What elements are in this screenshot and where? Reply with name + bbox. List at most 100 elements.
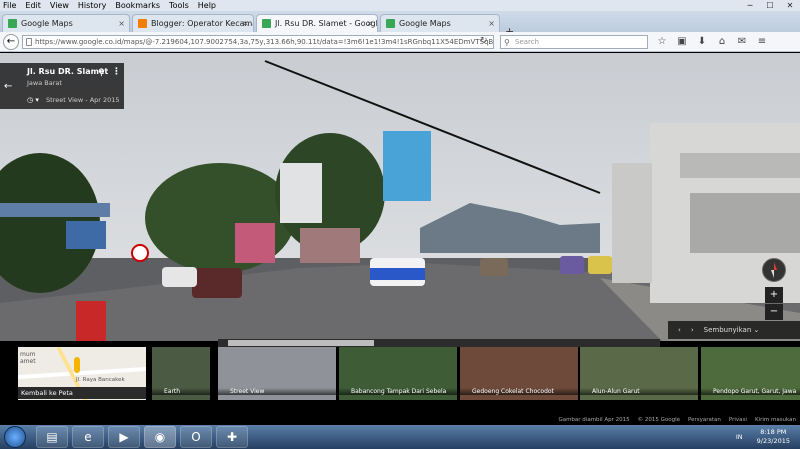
close-tab-icon[interactable]: × <box>118 19 125 28</box>
bookmark-star-icon[interactable]: ☆ <box>652 35 672 49</box>
more-options-icon[interactable]: ⋮ <box>112 67 121 77</box>
street-view-panorama[interactable]: ← Jl. Rsu DR. Slamet Jawa Barat ⚲ ⋮ ◷ ▾ … <box>0 53 800 400</box>
close-tab-icon[interactable]: × <box>488 19 495 28</box>
tab-jl-rsu[interactable]: Jl. Rsu DR. Slamet - Google... × <box>256 14 378 32</box>
menu-edit[interactable]: Edit <box>25 1 41 10</box>
taskbar: ▤ e ▶ ◉ O ✚ IN 8:18 PM 9/23/2015 <box>0 425 800 449</box>
menu-view[interactable]: View <box>50 1 69 10</box>
tab-label: Google Maps <box>21 19 73 28</box>
explorer-icon[interactable]: ▤ <box>36 426 68 448</box>
chat-icon[interactable]: ✉ <box>732 35 752 49</box>
location-panel: ← Jl. Rsu DR. Slamet Jawa Barat ⚲ ⋮ ◷ ▾ … <box>0 63 124 109</box>
menu-bar: File Edit View History Bookmarks Tools H… <box>0 0 800 11</box>
copyright: © 2015 Google <box>637 417 680 423</box>
zoom-out-button[interactable]: − <box>765 304 783 320</box>
blogger-icon <box>138 19 147 28</box>
thumbnail-caption: Alun-Alun Garut <box>580 388 698 395</box>
map-label: mum <box>20 351 36 358</box>
tab-label: Google Maps <box>399 19 451 28</box>
lock-icon <box>26 38 32 46</box>
terms-link[interactable]: Persyaratan <box>688 417 721 423</box>
close-tab-icon[interactable]: × <box>366 19 373 28</box>
street-view-date: Street View - Apr 2015 <box>46 96 120 104</box>
search-placeholder: Search <box>515 38 540 46</box>
feedback-link[interactable]: Kirim masukan <box>755 417 796 423</box>
privacy-link[interactable]: Privasi <box>729 417 747 423</box>
compass-icon[interactable] <box>762 258 786 282</box>
map-thumbnail[interactable]: mum amet Jl. Raya Bancakek Kembali ke Pe… <box>18 347 146 400</box>
tab-google-maps-2[interactable]: Google Maps × <box>380 14 500 32</box>
internet-explorer-icon[interactable]: e <box>72 426 104 448</box>
close-tab-icon[interactable]: × <box>242 19 249 28</box>
maximize-button[interactable]: ☐ <box>760 0 780 11</box>
menu-history[interactable]: History <box>78 1 106 10</box>
app-icon[interactable]: ✚ <box>216 426 248 448</box>
system-tray: IN 8:18 PM 9/23/2015 <box>736 425 800 449</box>
search-input[interactable]: ⚲ Search <box>500 35 648 49</box>
scrollbar-thumb[interactable] <box>228 340 374 346</box>
time-travel-icon[interactable]: ◷ ▾ <box>27 96 39 104</box>
window-controls: ─ ☐ ✕ <box>740 0 800 11</box>
location-region: Jawa Barat <box>27 79 62 87</box>
thumbnail-caption: Earth <box>152 388 210 395</box>
street-view-thumbnail[interactable]: Street View <box>218 347 336 400</box>
capture-date: Gambar diambil Apr 2015 <box>558 417 630 423</box>
back-to-map-label: Kembali ke Peta <box>18 387 146 399</box>
thumbnail-caption: Pendopo Garut, Garut, Jawa <box>701 388 800 395</box>
google-maps-icon <box>8 19 17 28</box>
tab-google-maps-1[interactable]: Google Maps × <box>2 14 130 32</box>
url-text: https://www.google.co.id/maps/@-7.219604… <box>35 38 494 46</box>
clock-time: 8:18 PM <box>760 428 787 436</box>
clock[interactable]: 8:18 PM 9/23/2015 <box>757 428 790 446</box>
clock-date: 9/23/2015 <box>756 437 790 445</box>
next-arrow-icon[interactable]: › <box>691 326 694 334</box>
start-button[interactable] <box>4 426 26 448</box>
google-maps-icon <box>262 19 271 28</box>
menu-tools[interactable]: Tools <box>169 1 189 10</box>
prev-arrow-icon[interactable]: ‹ <box>678 326 681 334</box>
tab-label: Blogger: Operator Kecamat... <box>151 19 253 28</box>
menu-icon[interactable]: ≡ <box>752 35 772 49</box>
search-icon: ⚲ <box>504 38 510 47</box>
menu-file[interactable]: File <box>3 1 16 10</box>
location-title: Jl. Rsu DR. Slamet <box>27 67 109 76</box>
thumbnail-caption: Babancong Tampak Dari Sebela <box>339 388 457 395</box>
zoom-in-button[interactable]: + <box>765 287 783 303</box>
minimize-button[interactable]: ─ <box>740 0 760 11</box>
alun-alun-thumbnail[interactable]: Alun-Alun Garut <box>580 347 698 400</box>
thumbnail-caption: Street View <box>218 388 336 395</box>
map-footer: Gambar diambil Apr 2015 © 2015 Google Pe… <box>0 416 800 424</box>
chocodot-thumbnail[interactable]: Gedoeng Cokelat Chocodot <box>460 347 578 400</box>
google-maps-icon <box>386 19 395 28</box>
map-pin-icon[interactable]: ⚲ <box>98 68 105 78</box>
url-bar[interactable]: https://www.google.co.id/maps/@-7.219604… <box>22 35 494 49</box>
babancong-thumbnail[interactable]: Babancong Tampak Dari Sebela <box>339 347 457 400</box>
close-window-button[interactable]: ✕ <box>780 0 800 11</box>
map-road-label: Jl. Raya Bancakek <box>76 377 125 383</box>
map-label: amet <box>20 358 36 365</box>
bookmarks-menu-icon[interactable]: ▣ <box>672 35 692 49</box>
back-button[interactable]: ← <box>3 34 19 50</box>
opera-icon[interactable]: O <box>180 426 212 448</box>
hide-strip-button[interactable]: Sembunyikan ⌄ <box>704 326 760 334</box>
navigation-bar: ← https://www.google.co.id/maps/@-7.2196… <box>0 32 800 52</box>
media-player-icon[interactable]: ▶ <box>108 426 140 448</box>
thumbnail-caption: Gedoeng Cokelat Chocodot <box>460 388 578 395</box>
tab-bar: Google Maps × Blogger: Operator Kecamat.… <box>0 11 800 38</box>
tab-label: Jl. Rsu DR. Slamet - Google... <box>275 19 378 28</box>
toolbar-icons: ☆ ▣ ⬇ ⌂ ✉ ≡ <box>652 35 772 49</box>
language-indicator[interactable]: IN <box>736 433 743 441</box>
pendopo-thumbnail[interactable]: Pendopo Garut, Garut, Jawa <box>701 347 800 400</box>
firefox-icon[interactable]: ◉ <box>144 426 176 448</box>
earth-thumbnail[interactable]: Earth <box>152 347 210 400</box>
compass-needle <box>771 262 777 278</box>
photo-strip-controls: ‹ › Sembunyikan ⌄ <box>668 321 800 339</box>
back-arrow-icon[interactable]: ← <box>4 81 12 92</box>
menu-bookmarks[interactable]: Bookmarks <box>115 1 160 10</box>
home-icon[interactable]: ⌂ <box>712 35 732 49</box>
downloads-icon[interactable]: ⬇ <box>692 35 712 49</box>
menu-help[interactable]: Help <box>198 1 216 10</box>
reload-icon[interactable]: ↻ <box>480 36 488 46</box>
photo-strip: mum amet Jl. Raya Bancakek Kembali ke Pe… <box>0 341 800 400</box>
tab-blogger[interactable]: Blogger: Operator Kecamat... × <box>132 14 254 32</box>
